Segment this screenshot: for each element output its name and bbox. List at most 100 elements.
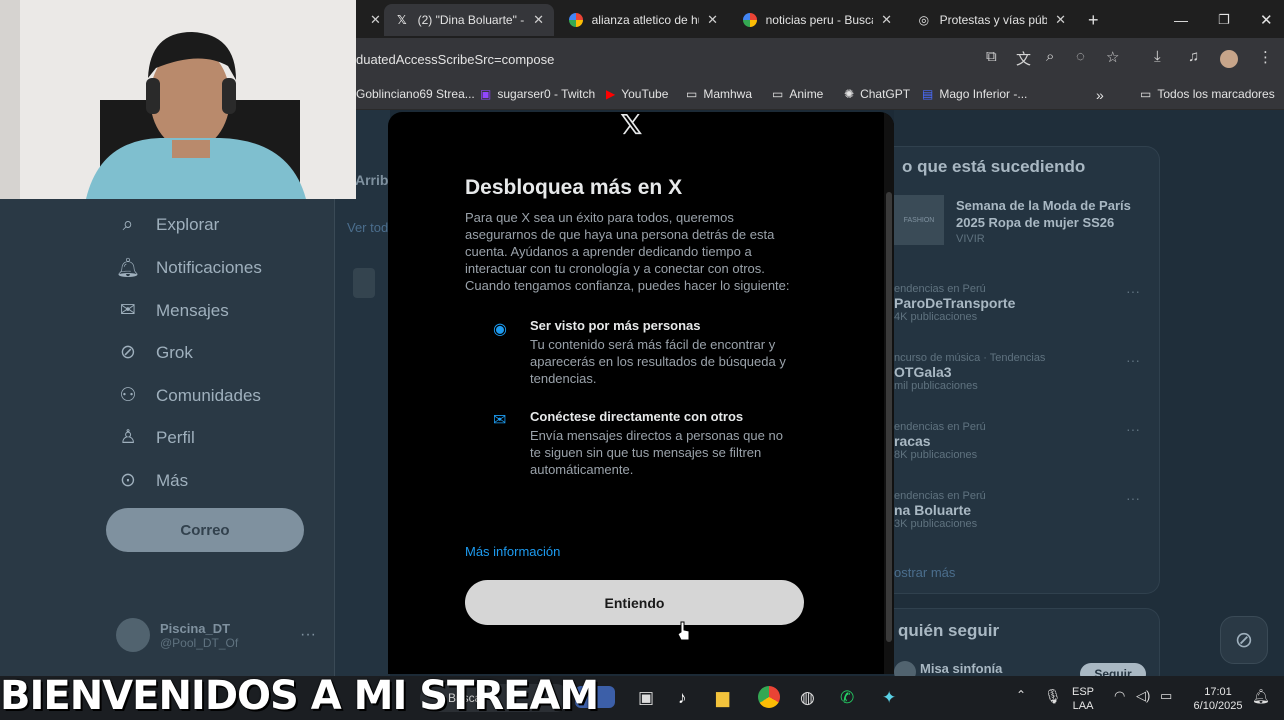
zoom-icon[interactable]: ⌕ — [1046, 48, 1054, 65]
download-icon[interactable]: ⤓ — [1154, 48, 1161, 65]
translate-icon[interactable]: 文 — [1016, 48, 1031, 69]
trend-item[interactable]: endencias en Perú ParoDeTransporte 4K pu… — [894, 283, 1160, 323]
modal-title: Desbloquea más en X — [465, 176, 683, 199]
minimize-icon[interactable]: — — [1164, 4, 1188, 36]
bookmark-chatgpt[interactable]: ✺ ChatGPT — [844, 87, 910, 101]
language-indicator[interactable]: ESP LAA — [1072, 685, 1094, 713]
bookmarks-overflow[interactable]: » — [1096, 87, 1104, 103]
see-all-link[interactable]: Ver tod — [347, 220, 388, 235]
post-button[interactable]: Correo — [106, 508, 304, 552]
grok-fab-icon[interactable]: ⊘ — [1220, 616, 1268, 664]
feature-item: ◉ Ser visto por más personas Tu contenid… — [493, 318, 786, 387]
tab-protestas[interactable]: ◎ Protestas y vías públi ✕ — [906, 4, 1076, 36]
trend-name: na Boluarte — [894, 502, 972, 518]
bookmark-youtube[interactable]: ▶ YouTube — [606, 87, 668, 101]
sidebar-item-perfil[interactable]: ♙ Perfil — [116, 426, 195, 449]
more-icon[interactable]: ··· — [1126, 421, 1140, 437]
restore-icon[interactable]: ❐ — [1208, 4, 1232, 36]
media-icon[interactable]: ♫ — [1188, 48, 1199, 65]
bookmark-mamhwa[interactable]: ▭ Mamhwa — [686, 87, 752, 101]
people-icon: ⚇ — [119, 385, 137, 406]
feature-title: Conéctese directamente con otros — [530, 409, 744, 424]
lang-layout: LAA — [1072, 700, 1094, 712]
file-explorer-icon[interactable]: ▆ — [716, 688, 729, 708]
trend-item[interactable]: endencias en Perú racas 8K publicaciones… — [894, 421, 1160, 461]
featured-title[interactable]: Semana de la Moda de París 2025 Ropa de … — [956, 197, 1136, 231]
new-tab-button[interactable]: + — [1078, 4, 1106, 36]
bell-icon: 🔔︎ — [116, 258, 141, 279]
install-icon[interactable]: ⧉ — [986, 48, 997, 65]
suggestion-name[interactable]: Misa sinfonía — [920, 661, 1002, 676]
show-more-link[interactable]: ostrar más — [894, 565, 955, 580]
more-icon[interactable]: ··· — [1126, 490, 1140, 506]
notification-bell-icon[interactable]: 🔔︎ — [1252, 688, 1270, 705]
tiktok-icon[interactable]: ♪ — [678, 688, 687, 708]
tab-alianza[interactable]: alianza atletico de hu ✕ — [558, 4, 728, 36]
sidebar-item-mensajes[interactable]: ✉ Mensajes — [116, 299, 229, 322]
url-text: duatedAccessScribeSrc=compose — [356, 51, 555, 67]
tab-noticias[interactable]: noticias peru - Buscar ✕ — [732, 4, 902, 36]
window-close-icon[interactable]: ✕ — [1250, 4, 1274, 36]
account-switcher[interactable]: Piscina_DT @Pool_DT_Of ··· — [116, 618, 316, 652]
modal-scrollbar[interactable] — [884, 112, 894, 674]
trend-name: OTGala3 — [894, 364, 952, 380]
profile-avatar[interactable] — [1220, 50, 1238, 68]
folder-icon: ▭ — [1140, 87, 1152, 101]
sidebar-item-label: Perfil — [156, 427, 195, 447]
bookmark-anime[interactable]: ▭ Anime — [772, 87, 823, 101]
tab-x-active[interactable]: 𝕏 (2) "Dina Boluarte" - X ✕ — [384, 4, 554, 36]
tab-title: Protestas y vías públi — [939, 13, 1048, 27]
menu-icon[interactable]: ⋮ — [1258, 48, 1273, 66]
sidebar-item-notificaciones[interactable]: 🔔︎ Notificaciones — [116, 256, 262, 280]
tab-title: alianza atletico de hu — [591, 13, 700, 27]
sidebar-item-comunidades[interactable]: ⚇ Comunidades — [116, 384, 260, 407]
chrome-icon[interactable] — [758, 686, 780, 708]
star-icon[interactable]: ☆ — [1106, 48, 1119, 66]
eye-off-icon[interactable]: ◌ — [1076, 48, 1085, 65]
sidebar-item-mas[interactable]: ⊙ Más — [116, 469, 188, 492]
app-icon[interactable]: ✦ — [882, 688, 896, 708]
bookmark-label: Goblinciano69 Strea... — [356, 87, 475, 101]
right-sidebar: o que está sucediendo FASHION Semana de … — [894, 110, 1284, 688]
wifi-icon[interactable]: ◠ — [1114, 688, 1125, 704]
sidebar-item-explorar[interactable]: ⌕ Explorar — [116, 214, 220, 236]
bookmark-goblinciano[interactable]: Goblinciano69 Strea... — [356, 87, 475, 101]
confirm-button[interactable]: Entiendo — [465, 580, 804, 625]
microphone-icon[interactable]: 🎙︎ — [1044, 688, 1062, 705]
all-bookmarks[interactable]: ▭ Todos los marcadores — [1140, 87, 1275, 101]
volume-icon[interactable]: ◁) — [1136, 688, 1150, 704]
scrollbar-thumb[interactable] — [886, 192, 892, 642]
more-info-link[interactable]: Más información — [465, 544, 560, 559]
more-icon[interactable]: ··· — [1126, 352, 1140, 368]
bookmark-twitch[interactable]: ▣ sugarser0 - Twitch — [480, 87, 595, 101]
sidebar-item-label: Explorar — [156, 215, 220, 234]
bookmark-label: Anime — [789, 87, 824, 101]
bookmark-label: Mamhwa — [703, 87, 753, 101]
profile-name: Piscina_DT — [160, 620, 231, 636]
trend-name: racas — [894, 433, 931, 449]
battery-icon[interactable]: ▭ — [1160, 688, 1172, 704]
close-icon[interactable]: ✕ — [533, 12, 544, 28]
more-icon[interactable]: ··· — [1126, 283, 1140, 299]
more-icon[interactable]: ··· — [300, 626, 316, 644]
trend-item[interactable]: endencias en Perú na Boluarte 3K publica… — [894, 490, 1160, 530]
avatar — [116, 618, 150, 652]
tab-title: (2) "Dina Boluarte" - X — [417, 13, 526, 27]
x-logo-icon: 𝕏 — [620, 112, 643, 140]
sidebar-item-grok[interactable]: ⊘ Grok — [116, 341, 193, 364]
close-icon[interactable]: ✕ — [881, 12, 892, 28]
trend-item[interactable]: ncurso de música · Tendencias OTGala3 mi… — [894, 352, 1160, 392]
chevron-up-icon[interactable]: ⌃ — [1016, 688, 1026, 702]
close-icon[interactable]: ✕ — [1055, 12, 1066, 28]
clock[interactable]: 17:01 6/10/2025 — [1188, 685, 1248, 713]
task-view-icon[interactable]: ▣ — [638, 688, 654, 708]
more-circle-icon: ⊙ — [120, 470, 136, 491]
address-bar[interactable]: duatedAccessScribeSrc=compose — [340, 44, 970, 74]
whatsapp-icon[interactable]: ✆ — [840, 688, 854, 708]
close-icon[interactable]: ✕ — [707, 12, 718, 28]
profile-handle: @Pool_DT_Of — [160, 635, 239, 650]
tab-close-icon[interactable]: ✕ — [356, 4, 382, 36]
bookmark-mago[interactable]: ▤ Mago Inferior -... — [922, 87, 1027, 101]
feature-item: ✉ Conéctese directamente con otros Envía… — [493, 409, 786, 478]
app-icon[interactable]: ◍ — [800, 688, 815, 708]
